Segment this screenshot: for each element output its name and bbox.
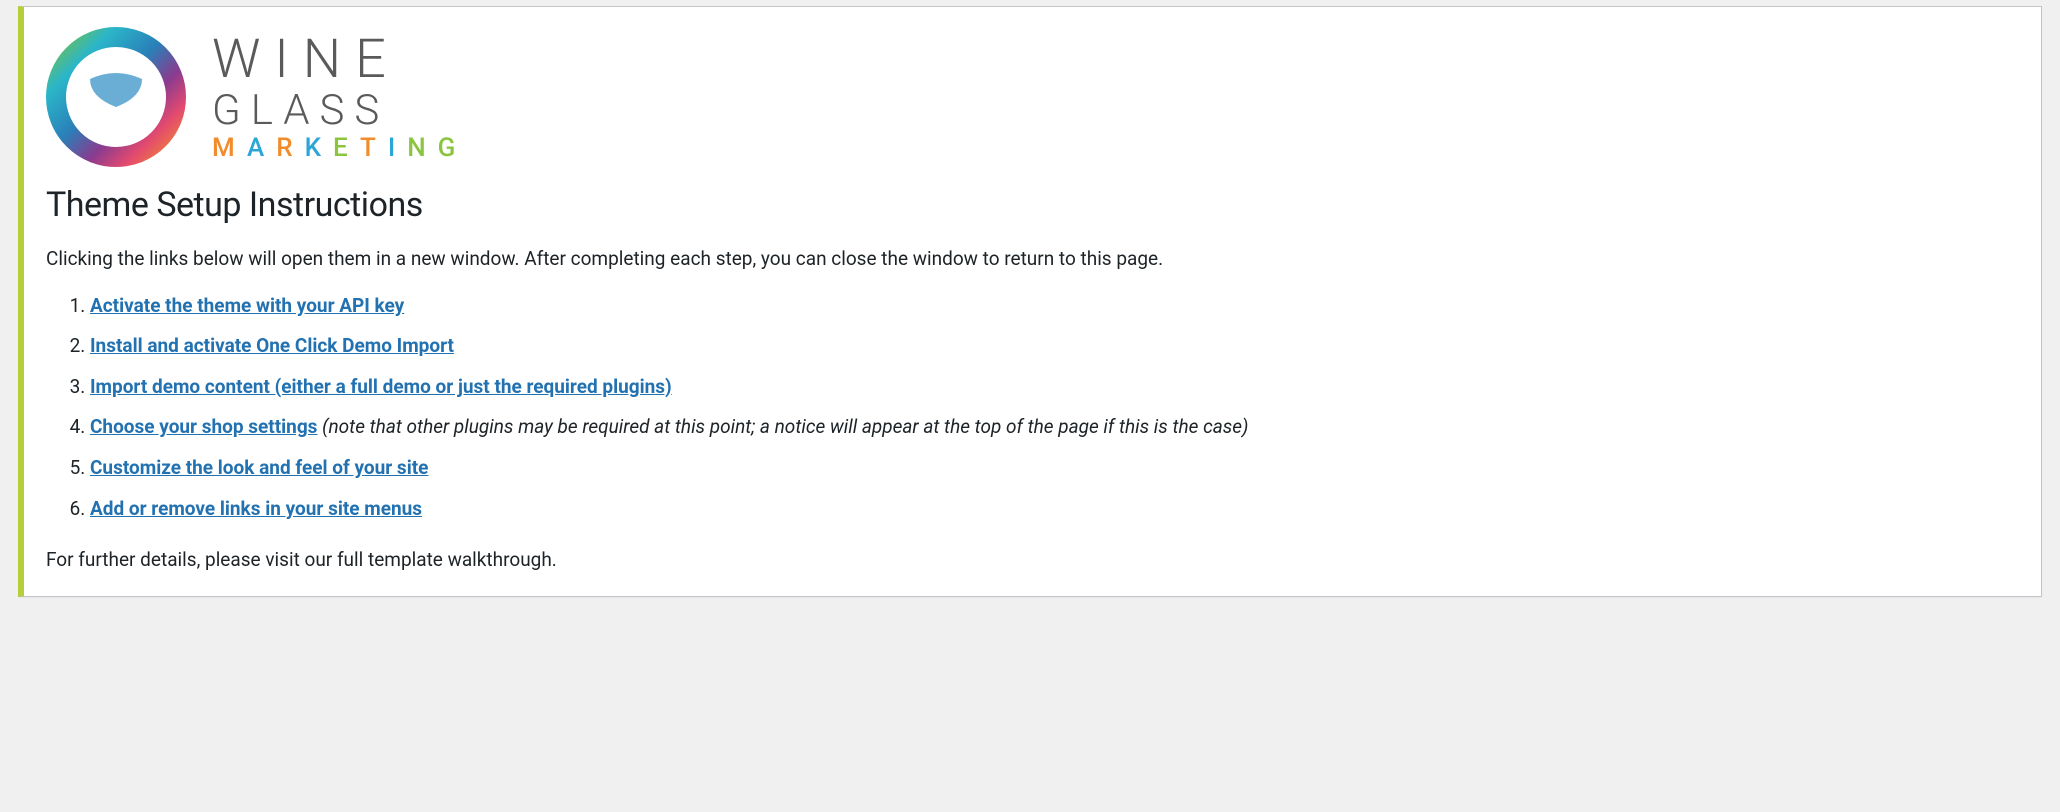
step-link-activate-api[interactable]: Activate the theme with your API key [90, 294, 404, 317]
step-link-install-demo-import[interactable]: Install and activate One Click Demo Impo… [90, 334, 454, 357]
list-item: Add or remove links in your site menus [90, 496, 2019, 523]
list-item: Install and activate One Click Demo Impo… [90, 333, 2019, 360]
brand-logo: WINE GLASS MARKETING [46, 27, 2019, 167]
step-link-customize-look[interactable]: Customize the look and feel of your site [90, 456, 428, 479]
theme-setup-panel: WINE GLASS MARKETING Theme Setup Instruc… [18, 6, 2042, 597]
step-link-shop-settings[interactable]: Choose your shop settings [90, 415, 317, 438]
page-title: Theme Setup Instructions [46, 185, 2019, 225]
step-link-site-menus[interactable]: Add or remove links in your site menus [90, 497, 422, 520]
setup-steps-list: Activate the theme with your API key Ins… [46, 293, 2019, 523]
brand-word-glass: GLASS [212, 89, 467, 133]
brand-wordmark: WINE GLASS MARKETING [212, 32, 467, 162]
list-item: Customize the look and feel of your site [90, 455, 2019, 482]
step-link-import-demo-content[interactable]: Import demo content (either a full demo … [90, 375, 672, 398]
intro-text: Clicking the links below will open them … [46, 245, 2019, 273]
list-item: Choose your shop settings (note that oth… [90, 414, 2019, 441]
footer-text: For further details, please visit our fu… [46, 546, 2019, 574]
list-item: Import demo content (either a full demo … [90, 374, 2019, 401]
step-note: (note that other plugins may be required… [322, 415, 1248, 438]
brand-word-marketing: MARKETING [212, 135, 467, 162]
list-item: Activate the theme with your API key [90, 293, 2019, 320]
wine-glass-logo-icon [46, 27, 186, 167]
brand-word-wine: WINE [212, 32, 467, 89]
